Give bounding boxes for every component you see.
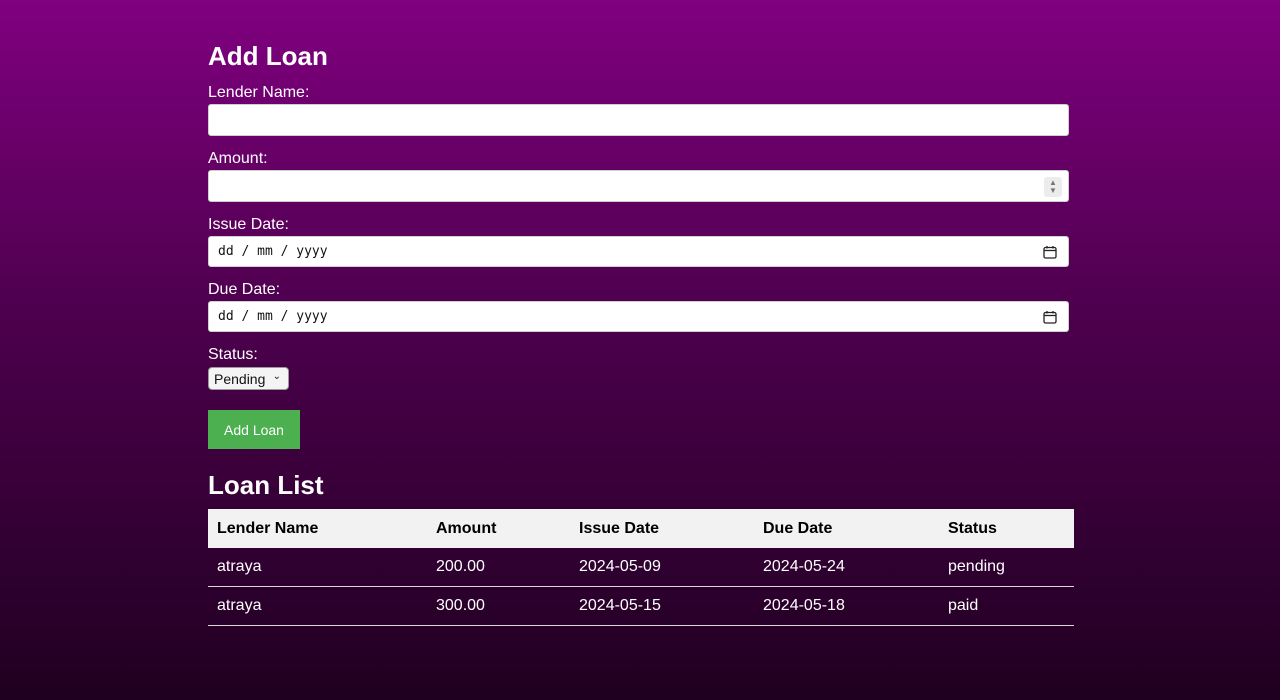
table-row: atraya 200.00 2024-05-09 2024-05-24 pend… bbox=[208, 548, 1074, 587]
cell-due-date: 2024-05-18 bbox=[754, 586, 939, 626]
issue-date-label: Issue Date: bbox=[208, 216, 289, 233]
status-label: Status: bbox=[208, 346, 258, 363]
column-header-due-date: Due Date bbox=[754, 509, 939, 548]
cell-issue-date: 2024-05-09 bbox=[570, 548, 754, 587]
loan-list-heading: Loan List bbox=[208, 470, 324, 500]
amount-label: Amount: bbox=[208, 150, 268, 167]
add-loan-heading: Add Loan bbox=[208, 41, 328, 71]
calendar-icon[interactable] bbox=[1043, 310, 1057, 324]
cell-issue-date: 2024-05-15 bbox=[570, 586, 754, 626]
due-date-label: Due Date: bbox=[208, 281, 281, 298]
cell-amount: 200.00 bbox=[427, 548, 570, 587]
lender-name-label: Lender Name: bbox=[208, 84, 310, 101]
amount-stepper[interactable]: ▲ ▼ bbox=[1044, 177, 1062, 197]
table-row: atraya 300.00 2024-05-15 2024-05-18 paid bbox=[208, 586, 1074, 626]
column-header-status: Status bbox=[939, 509, 1074, 548]
column-header-lender: Lender Name bbox=[208, 509, 427, 548]
loan-table: Lender Name Amount Issue Date Due Date S… bbox=[208, 509, 1074, 626]
status-field: Status: Pending ⌄ bbox=[208, 346, 1074, 390]
due-date-input[interactable]: dd / mm / yyyy bbox=[208, 301, 1069, 332]
amount-field: Amount: ▲ ▼ bbox=[208, 150, 1074, 202]
issue-date-input[interactable]: dd / mm / yyyy bbox=[208, 236, 1069, 267]
column-header-issue-date: Issue Date bbox=[570, 509, 754, 548]
cell-status: paid bbox=[939, 586, 1074, 626]
column-header-amount: Amount bbox=[427, 509, 570, 548]
amount-input[interactable]: ▲ ▼ bbox=[208, 170, 1069, 202]
add-loan-button[interactable]: Add Loan bbox=[208, 410, 300, 449]
chevron-down-icon: ⌄ bbox=[272, 371, 281, 382]
cell-due-date: 2024-05-24 bbox=[754, 548, 939, 587]
stepper-down-icon[interactable]: ▼ bbox=[1049, 187, 1057, 195]
issue-date-field: Issue Date: dd / mm / yyyy bbox=[208, 216, 1074, 267]
lender-name-field: Lender Name: bbox=[208, 84, 1074, 136]
due-date-placeholder: dd / mm / yyyy bbox=[218, 309, 328, 324]
loan-app: Add Loan Lender Name: Amount: ▲ ▼ Issue … bbox=[208, 40, 1074, 626]
cell-status: pending bbox=[939, 548, 1074, 587]
cell-lender: atraya bbox=[208, 586, 427, 626]
issue-date-placeholder: dd / mm / yyyy bbox=[218, 244, 328, 259]
table-header-row: Lender Name Amount Issue Date Due Date S… bbox=[208, 509, 1074, 548]
due-date-field: Due Date: dd / mm / yyyy bbox=[208, 281, 1074, 332]
status-select[interactable]: Pending ⌄ bbox=[208, 367, 289, 390]
calendar-icon[interactable] bbox=[1043, 245, 1057, 259]
lender-name-input[interactable] bbox=[208, 104, 1069, 136]
status-selected-value: Pending bbox=[214, 370, 266, 387]
cell-lender: atraya bbox=[208, 548, 427, 587]
cell-amount: 300.00 bbox=[427, 586, 570, 626]
